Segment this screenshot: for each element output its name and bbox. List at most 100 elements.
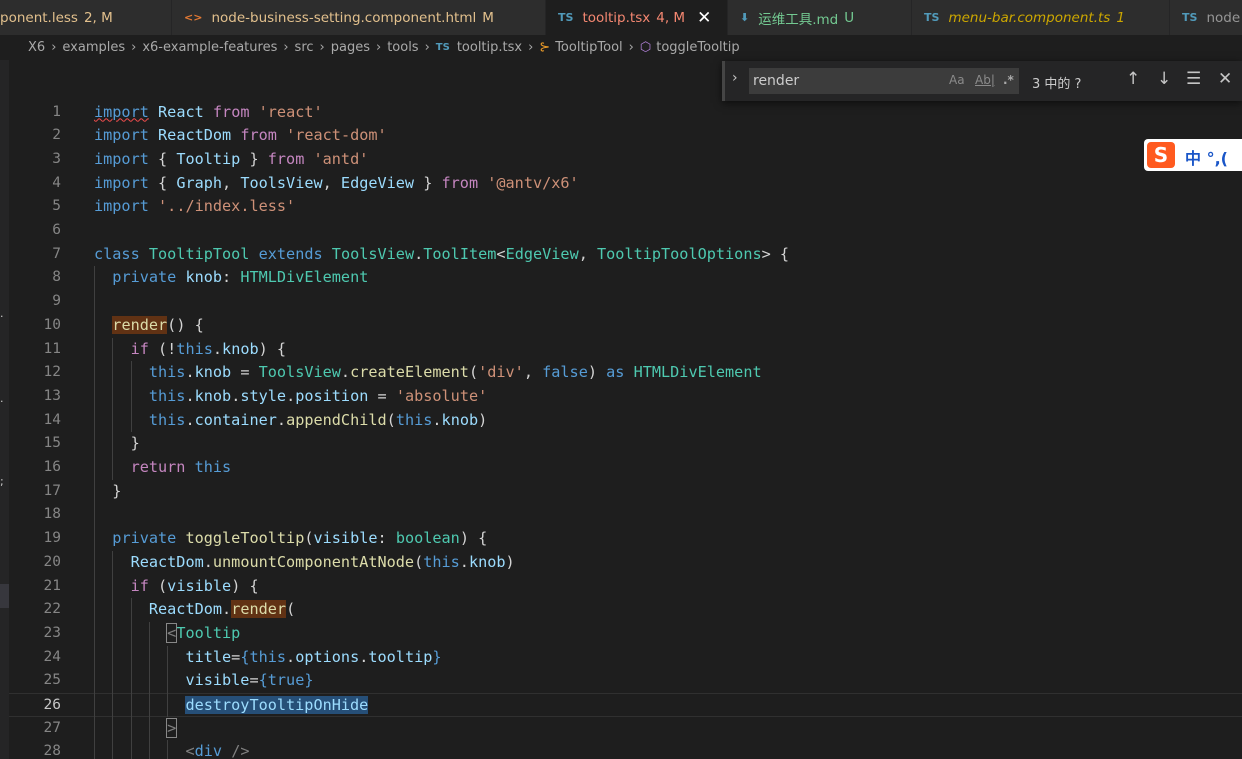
- tab-0[interactable]: ponent.less 2, M: [0, 0, 172, 35]
- indent-guide: [94, 266, 95, 759]
- code-token: .: [222, 600, 232, 619]
- regex-icon[interactable]: .*: [1003, 73, 1014, 87]
- code-token: this: [395, 410, 433, 429]
- breadcrumb-item[interactable]: x6-example-features: [142, 40, 277, 55]
- code-token: false: [542, 363, 588, 382]
- code-token: (: [148, 576, 168, 595]
- find-in-selection-icon[interactable]: ☰: [1186, 69, 1201, 89]
- code-line[interactable]: 22 ReactDom.render(: [9, 598, 1242, 622]
- code-line[interactable]: 10 render() {: [9, 314, 1242, 338]
- code-token: class: [94, 244, 140, 263]
- code-line[interactable]: 9: [9, 290, 1242, 314]
- find-input[interactable]: [753, 73, 933, 89]
- line-number: 5: [52, 198, 61, 215]
- code-line[interactable]: 17 }: [9, 480, 1242, 504]
- whole-word-icon[interactable]: Ab|: [975, 73, 995, 87]
- code-line[interactable]: 15 }: [9, 432, 1242, 456]
- code-line[interactable]: 7 class TooltipTool extends ToolsView.Too…: [9, 243, 1242, 267]
- breadcrumb-item[interactable]: pages: [331, 40, 370, 55]
- breadcrumb-class[interactable]: TooltipTool: [555, 40, 622, 55]
- ime-status[interactable]: 中 °,(: [1185, 145, 1228, 169]
- code-line[interactable]: 20 ReactDom.unmountComponentAtNode(this.…: [9, 551, 1242, 575]
- tab-label: node: [1206, 9, 1241, 26]
- match-case-icon[interactable]: Aa: [949, 73, 965, 87]
- code-line[interactable]: 4 import { Graph, ToolsView, EdgeView } f…: [9, 172, 1242, 196]
- code-line[interactable]: 5 import '../index.less': [9, 195, 1242, 219]
- breadcrumb-item[interactable]: examples: [62, 40, 125, 55]
- close-icon[interactable]: ✕: [697, 8, 711, 28]
- code-line[interactable]: 2 import ReactDom from 'react-dom': [9, 124, 1242, 148]
- chevron-right-icon[interactable]: ›: [732, 70, 738, 86]
- tab-1[interactable]: <> node-business-setting.component.html M: [172, 0, 546, 35]
- left-panel-edge: · · ;: [0, 60, 9, 759]
- code-line[interactable]: 18: [9, 503, 1242, 527]
- arrow-down-icon[interactable]: ↓: [1157, 69, 1171, 89]
- code-editor[interactable]: 1 import React from 'react' 2 import ReactD…: [9, 100, 1242, 759]
- tab-status-badge: U: [844, 9, 855, 26]
- line-number: 3: [52, 150, 61, 167]
- breadcrumb-item[interactable]: tools: [387, 40, 418, 55]
- code-line[interactable]: 12 this.knob = ToolsView.createElement('…: [9, 361, 1242, 385]
- chevron-right-icon: ›: [528, 40, 534, 55]
- close-icon[interactable]: ✕: [1218, 69, 1232, 89]
- code-line[interactable]: 11 if (!this.knob) {: [9, 338, 1242, 362]
- tab-label: tooltip.tsx: [582, 9, 651, 26]
- code-line[interactable]: 6: [9, 219, 1242, 243]
- ime-toolbar[interactable]: S 中 °,(: [1144, 139, 1242, 171]
- code-line[interactable]: 19 private toggleTooltip(visible: boolea…: [9, 527, 1242, 551]
- tab-2[interactable]: TS tooltip.tsx 4, M ✕: [546, 0, 728, 35]
- code-token: container: [194, 410, 277, 429]
- code-token: knob: [185, 268, 223, 287]
- method-icon: ⬡: [639, 40, 652, 55]
- code-token: {: [258, 671, 268, 690]
- code-token: ToolsView: [240, 173, 323, 192]
- breadcrumb-item[interactable]: src: [295, 40, 314, 55]
- tab-status-badge: 2, M: [83, 9, 113, 26]
- code-line[interactable]: 25 visible={true}: [9, 669, 1242, 693]
- tab-label: 运维工具.md: [758, 11, 839, 28]
- chevron-right-icon: ›: [375, 40, 382, 55]
- find-widget-resize-bar[interactable]: [722, 61, 725, 101]
- tab-3[interactable]: ⬇ 运维工具.md U: [728, 0, 912, 35]
- code-text: import '../index.less': [94, 195, 295, 219]
- breadcrumb: X6 › examples › x6-example-features › src › page…: [0, 35, 1242, 60]
- typescript-file-icon: TS: [435, 42, 450, 53]
- code-line[interactable]: 8 private knob: HTMLDivElement: [9, 266, 1242, 290]
- code-line[interactable]: 16 return this: [9, 456, 1242, 480]
- code-token: ReactDom: [130, 552, 204, 571]
- code-text: this.knob.style.position = 'absolute': [94, 385, 487, 409]
- code-line[interactable]: 23 <Tooltip: [9, 622, 1242, 646]
- tab-5[interactable]: TS node: [1170, 0, 1242, 35]
- code-line[interactable]: 3 import { Tooltip } from 'antd': [9, 148, 1242, 172]
- code-token: ) {: [459, 529, 488, 548]
- code-line[interactable]: 28 <div />: [9, 740, 1242, 759]
- breadcrumb-method[interactable]: toggleTooltip: [656, 40, 739, 55]
- code-line[interactable]: 27 >: [9, 717, 1242, 741]
- tab-4[interactable]: TS menu-bar.component.ts 1: [912, 0, 1170, 35]
- code-line[interactable]: 13 this.knob.style.position = 'absolute': [9, 385, 1242, 409]
- code-token: (: [414, 552, 424, 571]
- code-token: this: [148, 363, 186, 382]
- line-number: 1: [52, 103, 61, 120]
- code-line[interactable]: 26 destroyTooltipOnHide: [9, 693, 1242, 717]
- breadcrumb-item[interactable]: X6: [28, 40, 45, 55]
- code-line[interactable]: 1 import React from 'react': [9, 101, 1242, 125]
- overflow-dots-icon: ·: [0, 395, 4, 408]
- code-line[interactable]: 24 title={this.options.tooltip}: [9, 646, 1242, 670]
- find-input-box: Aa Ab| .*: [749, 68, 1019, 94]
- breadcrumb-file[interactable]: tooltip.tsx: [457, 40, 522, 55]
- code-line[interactable]: 14 this.container.appendChild(this.knob): [9, 409, 1242, 433]
- arrow-up-icon[interactable]: ↑: [1126, 69, 1140, 89]
- class-icon: ⊱: [539, 40, 551, 55]
- code-text: destroyTooltipOnHide: [94, 694, 369, 718]
- line-number: 24: [43, 648, 61, 665]
- code-token: .: [459, 552, 469, 571]
- code-token: this: [148, 410, 186, 429]
- code-text: import { Tooltip } from 'antd': [94, 148, 368, 172]
- code-token: from: [240, 126, 277, 145]
- indent-guide: [148, 621, 150, 759]
- code-line[interactable]: 21 if (visible) {: [9, 575, 1242, 599]
- file-type-icon: TS: [1182, 11, 1198, 24]
